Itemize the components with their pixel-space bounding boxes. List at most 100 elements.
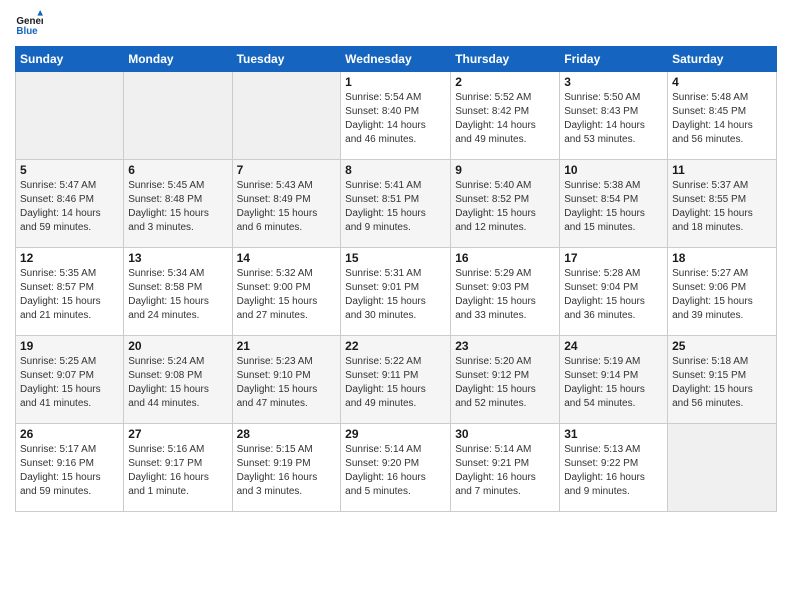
calendar-cell [668, 424, 777, 512]
day-number: 10 [564, 163, 663, 177]
weekday-header-row: SundayMondayTuesdayWednesdayThursdayFrid… [16, 47, 777, 72]
calendar-cell: 1Sunrise: 5:54 AM Sunset: 8:40 PM Daylig… [341, 72, 451, 160]
calendar-cell [232, 72, 341, 160]
calendar-week-5: 26Sunrise: 5:17 AM Sunset: 9:16 PM Dayli… [16, 424, 777, 512]
day-info: Sunrise: 5:15 AM Sunset: 9:19 PM Dayligh… [237, 443, 337, 499]
weekday-header-tuesday: Tuesday [232, 47, 341, 72]
calendar-week-2: 5 Sunrise: 5:47 AM Sunset: 8:46 PM Daylig… [16, 160, 777, 248]
svg-text:Blue: Blue [16, 26, 38, 37]
calendar-cell: 14Sunrise: 5:32 AM Sunset: 9:00 PM Dayli… [232, 248, 341, 336]
day-info: Sunrise: 5:50 AM Sunset: 8:43 PM Dayligh… [564, 91, 663, 147]
day-info: Sunrise: 5:22 AM Sunset: 9:11 PM Dayligh… [345, 355, 446, 411]
day-info: Sunrise: 5:52 AM Sunset: 8:42 PM Dayligh… [455, 91, 555, 147]
day-number: 12 [20, 251, 119, 265]
calendar-cell: 23 Sunrise: 5:20 AM Sunset: 9:12 PM Dayli… [451, 336, 560, 424]
day-number: 21 [237, 339, 337, 353]
header: General Blue [15, 10, 777, 38]
calendar-cell: 7 Sunrise: 5:43 AM Sunset: 8:49 PM Daylig… [232, 160, 341, 248]
calendar-page: General Blue SundayMondayTuesdayWednesda… [0, 0, 792, 612]
day-number: 30 [455, 427, 555, 441]
day-number: 11 [672, 163, 772, 177]
day-number: 9 [455, 163, 555, 177]
calendar-table: SundayMondayTuesdayWednesdayThursdayFrid… [15, 46, 777, 512]
day-info: Sunrise: 5:31 AM Sunset: 9:01 PM Dayligh… [345, 267, 446, 323]
day-info: Sunrise: 5:20 AM Sunset: 9:12 PM Dayligh… [455, 355, 555, 411]
day-info: Sunrise: 5:40 AM Sunset: 8:52 PM Dayligh… [455, 179, 555, 235]
day-info: Sunrise: 5:24 AM Sunset: 9:08 PM Dayligh… [128, 355, 227, 411]
calendar-cell: 26Sunrise: 5:17 AM Sunset: 9:16 PM Dayli… [16, 424, 124, 512]
weekday-header-friday: Friday [560, 47, 668, 72]
calendar-cell: 17 Sunrise: 5:28 AM Sunset: 9:04 PM Dayli… [560, 248, 668, 336]
day-info: Sunrise: 5:37 AM Sunset: 8:55 PM Dayligh… [672, 179, 772, 235]
day-number: 5 [20, 163, 119, 177]
day-number: 13 [128, 251, 227, 265]
weekday-header-saturday: Saturday [668, 47, 777, 72]
day-number: 22 [345, 339, 446, 353]
day-number: 17 [564, 251, 663, 265]
weekday-header-wednesday: Wednesday [341, 47, 451, 72]
day-info: Sunrise: 5:25 AM Sunset: 9:07 PM Dayligh… [20, 355, 119, 411]
calendar-cell: 11 Sunrise: 5:37 AM Sunset: 8:55 PM Dayli… [668, 160, 777, 248]
day-info: Sunrise: 5:13 AM Sunset: 9:22 PM Dayligh… [564, 443, 663, 499]
calendar-cell: 22 Sunrise: 5:22 AM Sunset: 9:11 PM Dayli… [341, 336, 451, 424]
day-number: 27 [128, 427, 227, 441]
day-number: 19 [20, 339, 119, 353]
calendar-cell: 13 Sunrise: 5:34 AM Sunset: 8:58 PM Dayli… [124, 248, 232, 336]
calendar-cell: 19 Sunrise: 5:25 AM Sunset: 9:07 PM Dayli… [16, 336, 124, 424]
day-info: Sunrise: 5:34 AM Sunset: 8:58 PM Dayligh… [128, 267, 227, 323]
day-info: Sunrise: 5:38 AM Sunset: 8:54 PM Dayligh… [564, 179, 663, 235]
day-info: Sunrise: 5:14 AM Sunset: 9:21 PM Dayligh… [455, 443, 555, 499]
day-info: Sunrise: 5:14 AM Sunset: 9:20 PM Dayligh… [345, 443, 446, 499]
calendar-week-1: 1Sunrise: 5:54 AM Sunset: 8:40 PM Daylig… [16, 72, 777, 160]
day-info: Sunrise: 5:16 AM Sunset: 9:17 PM Dayligh… [128, 443, 227, 499]
day-number: 18 [672, 251, 772, 265]
calendar-cell: 15 Sunrise: 5:31 AM Sunset: 9:01 PM Dayli… [341, 248, 451, 336]
calendar-cell: 6Sunrise: 5:45 AM Sunset: 8:48 PM Daylig… [124, 160, 232, 248]
calendar-cell [124, 72, 232, 160]
day-number: 8 [345, 163, 446, 177]
day-number: 26 [20, 427, 119, 441]
day-number: 31 [564, 427, 663, 441]
day-info: Sunrise: 5:32 AM Sunset: 9:00 PM Dayligh… [237, 267, 337, 323]
day-number: 16 [455, 251, 555, 265]
day-number: 23 [455, 339, 555, 353]
calendar-cell: 29 Sunrise: 5:14 AM Sunset: 9:20 PM Dayli… [341, 424, 451, 512]
day-number: 29 [345, 427, 446, 441]
calendar-cell: 31 Sunrise: 5:13 AM Sunset: 9:22 PM Dayli… [560, 424, 668, 512]
day-number: 6 [128, 163, 227, 177]
weekday-header-thursday: Thursday [451, 47, 560, 72]
day-info: Sunrise: 5:54 AM Sunset: 8:40 PM Dayligh… [345, 91, 446, 147]
day-info: Sunrise: 5:18 AM Sunset: 9:15 PM Dayligh… [672, 355, 772, 411]
weekday-header-sunday: Sunday [16, 47, 124, 72]
calendar-cell: 30 Sunrise: 5:14 AM Sunset: 9:21 PM Dayli… [451, 424, 560, 512]
day-info: Sunrise: 5:27 AM Sunset: 9:06 PM Dayligh… [672, 267, 772, 323]
logo: General Blue [15, 10, 45, 38]
calendar-cell: 28 Sunrise: 5:15 AM Sunset: 9:19 PM Dayli… [232, 424, 341, 512]
calendar-cell: 5 Sunrise: 5:47 AM Sunset: 8:46 PM Daylig… [16, 160, 124, 248]
calendar-cell: 4Sunrise: 5:48 AM Sunset: 8:45 PM Daylig… [668, 72, 777, 160]
calendar-cell: 16Sunrise: 5:29 AM Sunset: 9:03 PM Dayli… [451, 248, 560, 336]
day-number: 3 [564, 75, 663, 89]
day-number: 15 [345, 251, 446, 265]
calendar-cell: 3 Sunrise: 5:50 AM Sunset: 8:43 PM Daylig… [560, 72, 668, 160]
calendar-cell: 27 Sunrise: 5:16 AM Sunset: 9:17 PM Dayli… [124, 424, 232, 512]
calendar-cell: 21Sunrise: 5:23 AM Sunset: 9:10 PM Dayli… [232, 336, 341, 424]
day-info: Sunrise: 5:47 AM Sunset: 8:46 PM Dayligh… [20, 179, 119, 235]
calendar-cell: 2 Sunrise: 5:52 AM Sunset: 8:42 PM Daylig… [451, 72, 560, 160]
day-number: 7 [237, 163, 337, 177]
calendar-cell: 12 Sunrise: 5:35 AM Sunset: 8:57 PM Dayli… [16, 248, 124, 336]
calendar-week-3: 12 Sunrise: 5:35 AM Sunset: 8:57 PM Dayli… [16, 248, 777, 336]
day-info: Sunrise: 5:43 AM Sunset: 8:49 PM Dayligh… [237, 179, 337, 235]
calendar-cell: 9 Sunrise: 5:40 AM Sunset: 8:52 PM Daylig… [451, 160, 560, 248]
logo-icon: General Blue [15, 10, 43, 38]
day-number: 28 [237, 427, 337, 441]
calendar-cell: 8Sunrise: 5:41 AM Sunset: 8:51 PM Daylig… [341, 160, 451, 248]
day-info: Sunrise: 5:19 AM Sunset: 9:14 PM Dayligh… [564, 355, 663, 411]
calendar-cell: 24Sunrise: 5:19 AM Sunset: 9:14 PM Dayli… [560, 336, 668, 424]
day-info: Sunrise: 5:35 AM Sunset: 8:57 PM Dayligh… [20, 267, 119, 323]
day-number: 4 [672, 75, 772, 89]
day-number: 2 [455, 75, 555, 89]
calendar-cell [16, 72, 124, 160]
calendar-cell: 25Sunrise: 5:18 AM Sunset: 9:15 PM Dayli… [668, 336, 777, 424]
day-info: Sunrise: 5:28 AM Sunset: 9:04 PM Dayligh… [564, 267, 663, 323]
